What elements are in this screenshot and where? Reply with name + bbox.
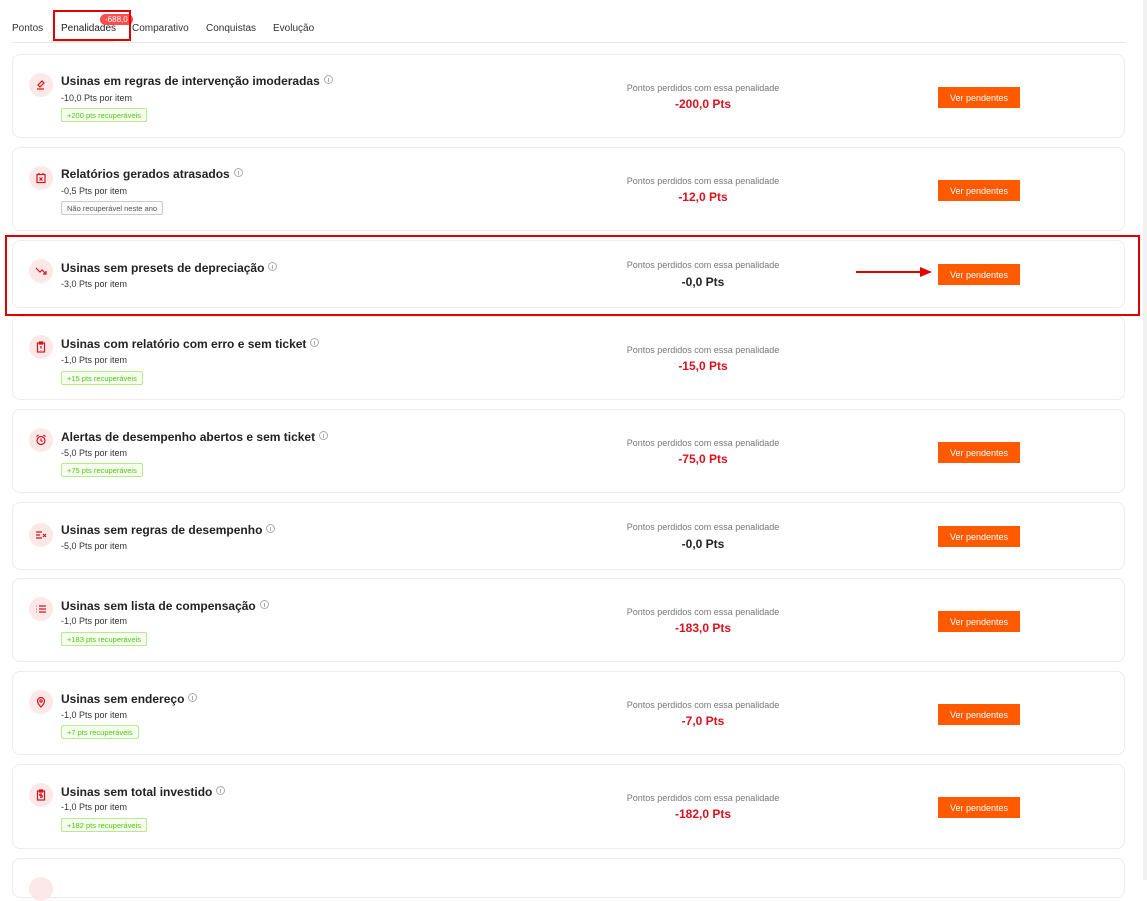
recoverable-tag: +75 pts recuperáveis	[61, 463, 143, 477]
tab-highlight-box	[53, 10, 131, 41]
lost-points-label: Pontos perdidos com essa penalidade	[626, 438, 780, 448]
penalty-title: Relatórios gerados atrasados	[61, 167, 243, 181]
penalty-per-item: -1,0 Pts por item	[61, 802, 128, 812]
lost-points-label: Pontos perdidos com essa penalidade	[626, 522, 780, 532]
penalty-title: Usinas com relatório com erro e sem tick…	[61, 337, 320, 351]
ver-pendentes-button[interactable]: Ver pendentes	[938, 87, 1020, 108]
lost-points-value: -0,0 Pts	[681, 537, 725, 551]
recoverable-tag: +182 pts recuperáveis	[61, 818, 148, 832]
lost-points-value: -12,0 Pts	[678, 190, 728, 204]
penalty-title: Usinas em regras de intervenção imoderad…	[61, 74, 333, 88]
penalty-per-item: -10,0 Pts por item	[61, 93, 133, 103]
lost-points-label: Pontos perdidos com essa penalidade	[626, 793, 780, 803]
recoverable-tag: +15 pts recuperáveis	[61, 371, 143, 385]
info-icon[interactable]	[323, 75, 333, 84]
ver-pendentes-button[interactable]: Ver pendentes	[938, 797, 1020, 818]
info-icon[interactable]	[216, 786, 226, 795]
lost-points-value: -7,0 Pts	[681, 714, 725, 728]
penalty-title: Alertas de desempenho abertos e sem tick…	[61, 430, 329, 444]
lost-points-label: Pontos perdidos com essa penalidade	[626, 83, 780, 93]
tab-bar: Pontos Penalidades Comparativo Conquista…	[12, 0, 1126, 43]
lost-points-value: -183,0 Pts	[674, 621, 732, 635]
info-icon[interactable]	[233, 168, 243, 177]
info-icon[interactable]	[310, 338, 320, 347]
penalty-card: Usinas sem endereço -1,0 Pts por item +7…	[12, 671, 1125, 755]
recoverable-tag: +7 pts recuperáveis	[61, 725, 139, 739]
penalty-title: Usinas sem regras de desempenho	[61, 523, 276, 537]
ver-pendentes-button[interactable]: Ver pendentes	[938, 704, 1020, 725]
tab-evolucao[interactable]: Evolução	[273, 23, 314, 34]
lost-points-value: -200,0 Pts	[674, 97, 732, 111]
clipboard-icon	[29, 335, 53, 359]
info-icon[interactable]	[319, 431, 329, 440]
penalty-card	[12, 858, 1125, 901]
penalty-per-item: -5,0 Pts por item	[61, 448, 128, 458]
penalty-card: Usinas sem lista de compensação -1,0 Pts…	[12, 578, 1125, 662]
penalty-card: Usinas sem regras de desempenho -5,0 Pts…	[12, 502, 1125, 570]
penalty-title: Usinas sem lista de compensação	[61, 599, 269, 613]
lost-points-label: Pontos perdidos com essa penalidade	[626, 700, 780, 710]
penalty-per-item: -1,0 Pts por item	[61, 710, 128, 720]
info-icon[interactable]	[266, 524, 276, 533]
penalty-card: Usinas com relatório com erro e sem tick…	[12, 316, 1125, 400]
penalty-icon	[29, 877, 53, 901]
list-icon	[29, 597, 53, 621]
penalty-card: Usinas em regras de intervenção imoderad…	[12, 54, 1125, 138]
alarm-icon	[29, 428, 53, 452]
penalty-per-item: -1,0 Pts por item	[61, 616, 128, 626]
lost-points-value: -15,0 Pts	[678, 359, 728, 373]
calendar-x-icon	[29, 166, 53, 190]
recoverable-tag: +183 pts recuperáveis	[61, 632, 148, 646]
ver-pendentes-button[interactable]: Ver pendentes	[938, 442, 1020, 463]
gavel-icon	[29, 73, 53, 97]
penalty-card: Alertas de desempenho abertos e sem tick…	[12, 409, 1125, 493]
lost-points-label: Pontos perdidos com essa penalidade	[626, 176, 780, 186]
info-icon[interactable]	[188, 693, 198, 702]
tab-conquistas[interactable]: Conquistas	[206, 23, 256, 34]
penalty-card: Relatórios gerados atrasados -0,5 Pts po…	[12, 147, 1125, 231]
ver-pendentes-button[interactable]: Ver pendentes	[938, 180, 1020, 201]
clipboard-dollar-icon	[29, 783, 53, 807]
penalty-per-item: -5,0 Pts por item	[61, 541, 128, 551]
penalty-per-item: -0,5 Pts por item	[61, 186, 128, 196]
red-arrow-icon	[856, 267, 932, 277]
info-icon[interactable]	[259, 600, 269, 609]
map-pin-icon	[29, 690, 53, 714]
scrollbar[interactable]	[1143, 0, 1147, 880]
recoverable-tag: +200 pts recuperáveis	[61, 108, 148, 122]
tab-comparativo[interactable]: Comparativo	[132, 23, 189, 34]
lost-points-label: Pontos perdidos com essa penalidade	[626, 345, 780, 355]
penalty-title: Usinas sem total investido	[61, 785, 226, 799]
penalty-card: Usinas sem total investido -1,0 Pts por …	[12, 764, 1125, 849]
not-recoverable-tag: Não recuperável neste ano	[61, 201, 164, 215]
ver-pendentes-button[interactable]: Ver pendentes	[938, 611, 1020, 632]
lost-points-value: -182,0 Pts	[674, 807, 732, 821]
lost-points-value: -75,0 Pts	[678, 452, 728, 466]
lost-points-label: Pontos perdidos com essa penalidade	[626, 607, 780, 617]
list-x-icon	[29, 523, 53, 547]
ver-pendentes-button[interactable]: Ver pendentes	[938, 526, 1020, 547]
penalty-per-item: -1,0 Pts por item	[61, 355, 128, 365]
penalty-title: Usinas sem endereço	[61, 692, 198, 706]
tab-pontos[interactable]: Pontos	[12, 23, 43, 34]
card-highlight-box	[5, 235, 1140, 316]
